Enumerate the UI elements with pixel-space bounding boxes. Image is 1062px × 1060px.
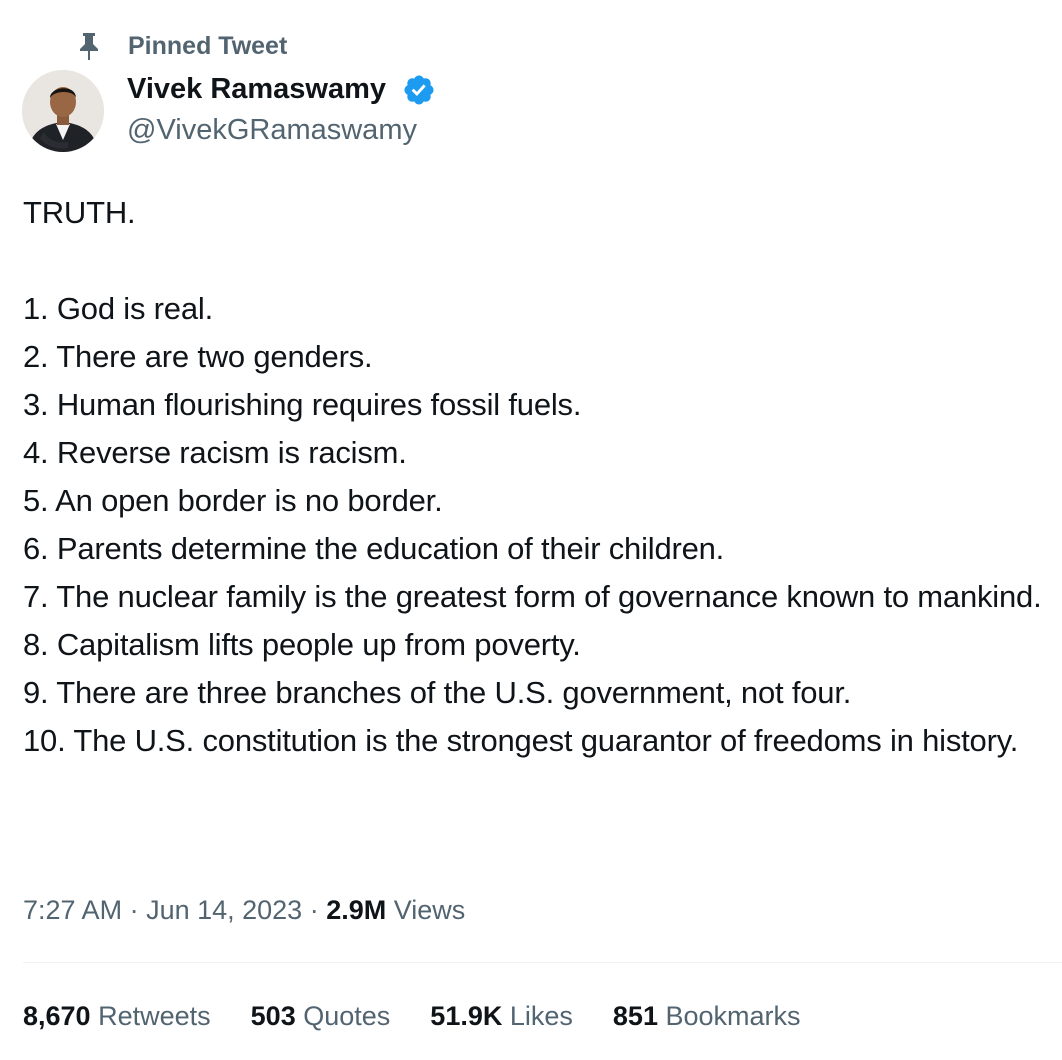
pinned-indicator: Pinned Tweet [76, 30, 287, 62]
tweet-line: 8. Capitalism lifts people up from pover… [23, 627, 581, 662]
tweet-line: 1. God is real. [23, 291, 213, 326]
divider [23, 962, 1062, 963]
tweet-line: 10. The U.S. constitution is the stronge… [23, 723, 1019, 758]
quotes-count: 503 [250, 1001, 296, 1031]
verified-badge-icon [402, 73, 436, 107]
tweet-line: 9. There are three branches of the U.S. … [23, 675, 852, 710]
tweet-line: 2. There are two genders. [23, 339, 373, 374]
retweets-count: 8,670 [23, 1001, 91, 1031]
tweet-line: 3. Human flourishing requires fossil fue… [23, 387, 582, 422]
tweet-line: 7. The nuclear family is the greatest fo… [23, 579, 1042, 614]
likes-count: 51.9K [430, 1001, 503, 1031]
tweet-card: Pinned Tweet Vivek Ramaswamy @VivekGRama… [0, 0, 1062, 1060]
retweets-stat[interactable]: 8,670 Retweets [23, 996, 211, 1036]
pinned-label: Pinned Tweet [128, 32, 288, 60]
tweet-meta: 7:27 AM · Jun 14, 2023 · 2.9M Views [23, 890, 465, 930]
tweet-text: TRUTH. 1. God is real. 2. There are two … [23, 189, 1053, 765]
tweet-date[interactable]: Jun 14, 2023 [146, 895, 302, 925]
avatar[interactable] [22, 70, 104, 152]
author-handle[interactable]: @VivekGRamaswamy [127, 111, 417, 149]
bookmarks-count: 851 [612, 1001, 658, 1031]
views-count: 2.9M [326, 895, 387, 925]
likes-stat[interactable]: 51.9K Likes [430, 996, 573, 1036]
likes-label: Likes [509, 1001, 573, 1031]
views-label: Views [393, 895, 466, 925]
tweet-line: 5. An open border is no border. [23, 483, 443, 518]
pin-icon [76, 31, 102, 61]
quotes-label: Quotes [303, 1001, 391, 1031]
engagement-stats: 8,670 Retweets 503 Quotes 51.9K Likes 85… [23, 996, 841, 1036]
tweet-line: 6. Parents determine the education of th… [23, 531, 725, 566]
quotes-stat[interactable]: 503 Quotes [251, 996, 391, 1036]
author-name[interactable]: Vivek Ramaswamy [127, 70, 386, 108]
bookmarks-label: Bookmarks [665, 1001, 801, 1031]
retweets-label: Retweets [98, 1001, 211, 1031]
meta-separator: · [302, 895, 327, 925]
tweet-time[interactable]: 7:27 AM [23, 895, 122, 925]
tweet-line: 4. Reverse racism is racism. [23, 435, 407, 470]
bookmarks-stat[interactable]: 851 Bookmarks [613, 996, 801, 1036]
meta-separator: · [122, 895, 147, 925]
tweet-heading: TRUTH. [23, 195, 136, 230]
